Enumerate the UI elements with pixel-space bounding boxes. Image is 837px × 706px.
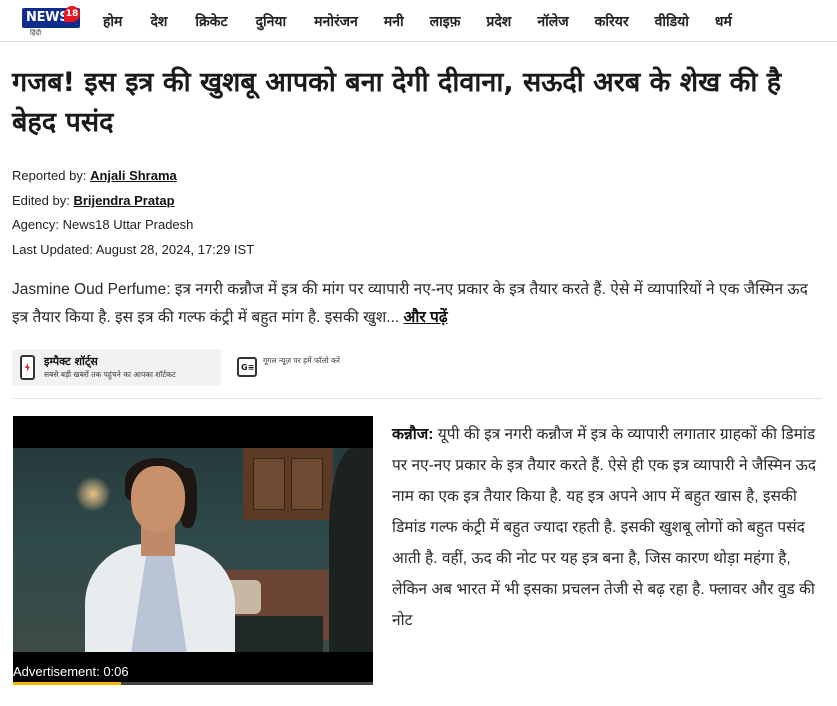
agency-value: News18 Uttar Pradesh xyxy=(62,217,194,232)
google-news-icon: G≡ xyxy=(237,357,257,377)
reported-label: Reported by: xyxy=(12,168,87,183)
nav-item-money[interactable]: मनी xyxy=(384,12,404,31)
nav-item-dharm[interactable]: धर्म xyxy=(715,12,732,31)
nav-menu: होम देश क्रिकेट दुनिया मनोरंजन मनी लाइफ़… xyxy=(103,0,732,42)
google-news-text: गूगल न्यूज़ पर हमें फॉलो करें xyxy=(263,356,340,365)
video-frame xyxy=(13,448,373,652)
reporter-link[interactable]: Anjali Shrama xyxy=(90,168,177,183)
logo-sub: हिंदी xyxy=(30,29,42,37)
article-body: कन्नौज: यूपी की इत्र नगरी कन्नौज में इत्… xyxy=(392,419,822,636)
updated-value: August 28, 2024, 17:29 IST xyxy=(95,242,255,257)
reported-by: Reported by: Anjali Shrama xyxy=(12,168,177,183)
agency: Agency: News18 Uttar Pradesh xyxy=(12,217,193,232)
updated-label: Last Updated: xyxy=(12,242,93,257)
agency-label: Agency: xyxy=(12,217,59,232)
nav-item-duniya[interactable]: दुनिया xyxy=(256,12,287,31)
news18-logo[interactable]: NEWS 18 हिंदी xyxy=(22,6,80,37)
nav-item-career[interactable]: करियर xyxy=(595,12,629,31)
nav-item-video[interactable]: वीडियो xyxy=(655,12,689,31)
divider xyxy=(12,398,822,399)
logo-brand: NEWS xyxy=(26,10,69,25)
google-news-follow[interactable]: G≡ गूगल न्यूज़ पर हमें फॉलो करें xyxy=(237,354,340,382)
article-paragraph: यूपी की इत्र नगरी कन्नौज में इत्र के व्य… xyxy=(392,426,817,629)
edited-label: Edited by: xyxy=(12,193,70,208)
dateline: कन्नौज: xyxy=(392,426,434,443)
edited-by: Edited by: Brijendra Pratap xyxy=(12,193,175,208)
editor-link[interactable]: Brijendra Pratap xyxy=(73,193,174,208)
nav-item-desh[interactable]: देश xyxy=(150,12,167,31)
top-nav: NEWS 18 हिंदी होम देश क्रिकेट दुनिया मनो… xyxy=(0,0,837,42)
nav-item-pradesh[interactable]: प्रदेश xyxy=(486,12,511,31)
read-more-link[interactable]: और पढ़ें xyxy=(404,309,448,326)
advertisement-timer: Advertisement: 0:06 xyxy=(13,664,129,679)
impact-title: इम्पैक्ट शॉर्ट्स xyxy=(44,355,98,368)
article-summary: Jasmine Oud Perfume: इत्र नगरी कन्नौज मे… xyxy=(12,276,827,332)
impact-subtitle: सबसे बड़ी खबरों तक पहुंचने का आपका शॉर्ट… xyxy=(44,370,176,379)
nav-item-manoranjan[interactable]: मनोरंजन xyxy=(314,12,358,31)
page-title: गजब! इस इत्र की खुशबू आपको बना देगी दीवा… xyxy=(12,67,782,138)
impact-shorts-button[interactable]: इम्पैक्ट शॉर्ट्स सबसे बड़ी खबरों तक पहुं… xyxy=(12,349,221,386)
nav-item-home[interactable]: होम xyxy=(103,12,122,31)
video-player[interactable]: Advertisement: 0:06 xyxy=(13,416,373,685)
nav-item-cricket[interactable]: क्रिकेट xyxy=(195,12,227,31)
last-updated: Last Updated: August 28, 2024, 17:29 IST xyxy=(12,242,254,257)
video-progress-bar[interactable] xyxy=(13,682,373,685)
nav-item-knowledge[interactable]: नॉलेज xyxy=(537,12,568,31)
logo-number: 18 xyxy=(64,6,80,22)
video-progress-fill xyxy=(13,682,121,685)
phone-bolt-icon xyxy=(20,355,35,380)
nav-item-lifestyle[interactable]: लाइफ़ xyxy=(430,12,461,31)
